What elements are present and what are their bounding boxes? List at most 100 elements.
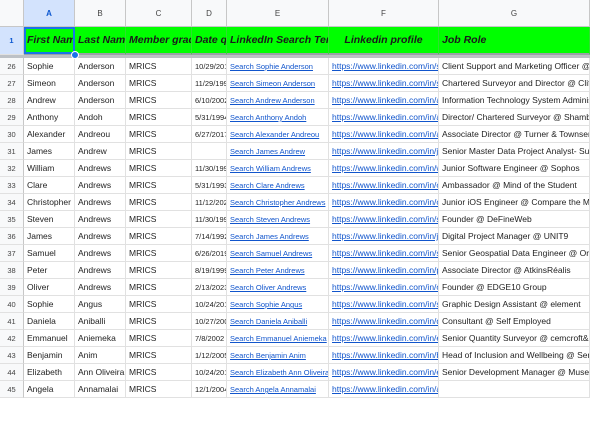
row-header-1[interactable]: 1 [0, 27, 24, 55]
row-header[interactable]: 33 [0, 177, 24, 194]
last-name-cell[interactable]: Ann Oliveira [75, 364, 126, 381]
header-cell-linkedin-profile[interactable]: Linkedin profile [329, 27, 439, 55]
first-name-cell[interactable]: Clare [24, 177, 75, 194]
date-qualified-cell[interactable]: 10/24/2017 [192, 296, 227, 313]
job-role-cell[interactable]: Founder @ DeFineWeb [439, 211, 590, 228]
linkedin-profile-link[interactable]: https://www.linkedin.com/in/steven-a [329, 211, 439, 228]
last-name-cell[interactable]: Andrews [75, 262, 126, 279]
linkedin-profile-link[interactable]: https://www.linkedin.com/in/anthony- [329, 109, 439, 126]
row-header[interactable]: 43 [0, 347, 24, 364]
member-grade-cell[interactable]: MRICS [126, 245, 192, 262]
column-header-c[interactable]: C [126, 0, 192, 27]
date-qualified-cell[interactable]: 5/31/1993 [192, 177, 227, 194]
job-role-cell[interactable]: Director/ Chartered Surveyor @ Shamba Su… [439, 109, 590, 126]
last-name-cell[interactable]: Andrews [75, 279, 126, 296]
job-role-cell[interactable]: Senior Geospatial Data Engineer @ Ordnan… [439, 245, 590, 262]
fill-handle[interactable] [71, 51, 79, 59]
search-link[interactable]: Search James Andrews [227, 228, 329, 245]
first-name-cell[interactable]: Peter [24, 262, 75, 279]
last-name-cell[interactable]: Andrews [75, 228, 126, 245]
date-qualified-cell[interactable]: 10/27/2006 [192, 313, 227, 330]
search-link[interactable]: Search Angela Annamalai [227, 381, 329, 398]
date-qualified-cell[interactable]: 7/14/1992 [192, 228, 227, 245]
date-qualified-cell[interactable]: 6/27/2017 [192, 126, 227, 143]
row-header[interactable]: 26 [0, 58, 24, 75]
search-link[interactable]: Search Daniela Aniballi [227, 313, 329, 330]
linkedin-profile-link[interactable]: https://www.linkedin.com/in/emmanu [329, 330, 439, 347]
last-name-cell[interactable]: Aniemeka [75, 330, 126, 347]
member-grade-cell[interactable]: MRICS [126, 262, 192, 279]
header-cell-search-template[interactable]: LinkedIn Search Template [227, 27, 329, 55]
linkedin-profile-link[interactable]: https://www.linkedin.com/in/christoph [329, 194, 439, 211]
first-name-cell[interactable]: Benjamin [24, 347, 75, 364]
search-link[interactable]: Search Elizabeth Ann Oliveira [227, 364, 329, 381]
row-header[interactable]: 30 [0, 126, 24, 143]
first-name-cell[interactable]: Samuel [24, 245, 75, 262]
column-header-e[interactable]: E [227, 0, 329, 27]
last-name-cell[interactable]: Anim [75, 347, 126, 364]
search-link[interactable]: Search Emmanuel Aniemeka [227, 330, 329, 347]
last-name-cell[interactable]: Anderson [75, 92, 126, 109]
last-name-cell[interactable]: Andoh [75, 109, 126, 126]
last-name-cell[interactable]: Aniballi [75, 313, 126, 330]
row-header[interactable]: 39 [0, 279, 24, 296]
linkedin-profile-link[interactable]: https://www.linkedin.com/in/ja376/ [329, 143, 439, 160]
first-name-cell[interactable]: William [24, 160, 75, 177]
date-qualified-cell[interactable]: 11/12/2020 [192, 194, 227, 211]
member-grade-cell[interactable]: MRICS [126, 211, 192, 228]
last-name-cell[interactable]: Andreou [75, 126, 126, 143]
linkedin-profile-link[interactable]: https://www.linkedin.com/in/alex-and [329, 126, 439, 143]
frozen-row-divider[interactable] [0, 55, 590, 58]
first-name-cell[interactable]: Alexander [24, 126, 75, 143]
first-name-cell[interactable]: Andrew [24, 92, 75, 109]
row-header[interactable]: 34 [0, 194, 24, 211]
member-grade-cell[interactable]: MRICS [126, 313, 192, 330]
linkedin-profile-link[interactable]: https://www.linkedin.com/in/ben-anim [329, 347, 439, 364]
linkedin-profile-link[interactable]: https://www.linkedin.com/in/angela-a [329, 381, 439, 398]
linkedin-profile-link[interactable]: https://www.linkedin.com/in/elizabeth [329, 364, 439, 381]
linkedin-profile-link[interactable]: https://www.linkedin.com/in/simeon-a [329, 75, 439, 92]
linkedin-profile-link[interactable]: https://www.linkedin.com/in/james-a [329, 228, 439, 245]
member-grade-cell[interactable]: MRICS [126, 364, 192, 381]
member-grade-cell[interactable]: MRICS [126, 347, 192, 364]
last-name-cell[interactable]: Anderson [75, 58, 126, 75]
row-header[interactable]: 44 [0, 364, 24, 381]
job-role-cell[interactable]: Founder @ EDGE10 Group [439, 279, 590, 296]
first-name-cell[interactable]: Angela [24, 381, 75, 398]
first-name-cell[interactable]: Christopher [24, 194, 75, 211]
first-name-cell[interactable]: James [24, 228, 75, 245]
search-link[interactable]: Search James Andrew [227, 143, 329, 160]
last-name-cell[interactable]: Andrews [75, 160, 126, 177]
row-header[interactable]: 32 [0, 160, 24, 177]
date-qualified-cell[interactable]: 8/19/1999 [192, 262, 227, 279]
linkedin-profile-link[interactable]: https://www.linkedin.com/in/samuel-s [329, 245, 439, 262]
job-role-cell[interactable]: Senior Quantity Surveyor @ cemcroft&part… [439, 330, 590, 347]
search-link[interactable]: Search Sophie Anderson [227, 58, 329, 75]
date-qualified-cell[interactable]: 6/10/2002 [192, 92, 227, 109]
date-qualified-cell[interactable]: 12/1/2004 [192, 381, 227, 398]
job-role-cell[interactable]: Digital Project Manager @ UNIT9 [439, 228, 590, 245]
last-name-cell[interactable]: Andrews [75, 245, 126, 262]
column-header-a[interactable]: A [24, 0, 75, 27]
search-link[interactable]: Search Simeon Anderson [227, 75, 329, 92]
job-role-cell[interactable]: Head of Inclusion and Wellbeing @ Sense [439, 347, 590, 364]
job-role-cell[interactable]: Ambassador @ Mind of the Student [439, 177, 590, 194]
row-header[interactable]: 28 [0, 92, 24, 109]
job-role-cell[interactable] [439, 381, 590, 398]
column-header-f[interactable]: F [329, 0, 439, 27]
column-header-g[interactable]: G [439, 0, 590, 27]
first-name-cell[interactable]: James [24, 143, 75, 160]
member-grade-cell[interactable]: MRICS [126, 75, 192, 92]
first-name-cell[interactable]: Steven [24, 211, 75, 228]
date-qualified-cell[interactable]: 10/24/2013 [192, 364, 227, 381]
search-link[interactable]: Search Anthony Andoh [227, 109, 329, 126]
job-role-cell[interactable]: Senior Master Data Project Analyst- Supp… [439, 143, 590, 160]
first-name-cell[interactable]: Emmanuel [24, 330, 75, 347]
row-header[interactable]: 29 [0, 109, 24, 126]
linkedin-profile-link[interactable]: https://www.linkedin.com/in/peter-and [329, 262, 439, 279]
linkedin-profile-link[interactable]: https://www.linkedin.com/in/clare-and [329, 177, 439, 194]
linkedin-profile-link[interactable]: https://www.linkedin.com/in/oliverand [329, 279, 439, 296]
linkedin-profile-link[interactable]: https://www.linkedin.com/in/william-a [329, 160, 439, 177]
member-grade-cell[interactable]: MRICS [126, 109, 192, 126]
date-qualified-cell[interactable]: 11/30/1993 [192, 160, 227, 177]
